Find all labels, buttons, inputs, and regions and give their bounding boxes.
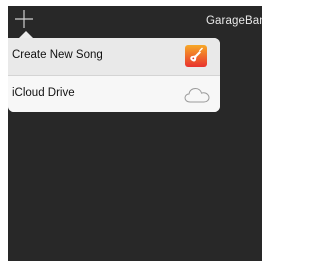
cloud-icon [183, 85, 211, 105]
add-button[interactable] [12, 7, 36, 31]
menu-item-label: Create New Song [12, 49, 103, 61]
menu-item-create-new-song[interactable]: Create New Song [8, 38, 220, 76]
new-document-popover: Create New Song iCloud Drive [8, 38, 220, 112]
menu-item-icloud-drive[interactable]: iCloud Drive [8, 76, 220, 112]
app-window: GarageBand Create New Song [8, 6, 262, 261]
app-title: GarageBand [206, 15, 262, 27]
menu-item-label: iCloud Drive [12, 87, 75, 99]
garageband-guitar-icon [185, 45, 207, 67]
plus-icon [15, 10, 33, 28]
